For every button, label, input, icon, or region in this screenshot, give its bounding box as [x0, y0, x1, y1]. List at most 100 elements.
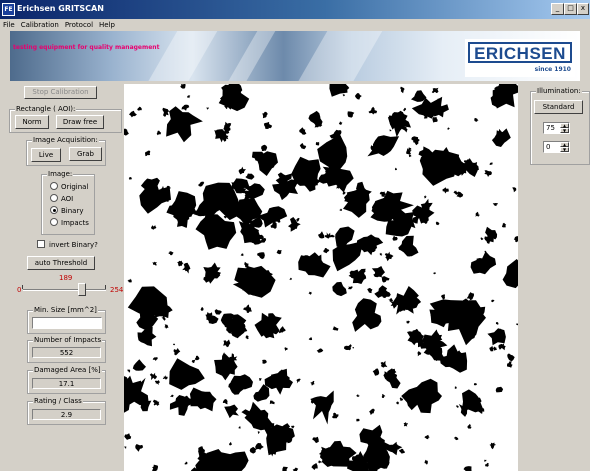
impact-blob: [242, 304, 252, 313]
impact-blob: [296, 378, 301, 384]
impact-blob: [495, 386, 504, 393]
impact-blob: [282, 466, 288, 471]
impact-blob: [474, 117, 479, 122]
impact-blob: [132, 359, 146, 371]
grab-button[interactable]: Grab: [69, 147, 102, 161]
impact-blob: [135, 444, 144, 452]
impact-blob: [206, 107, 209, 110]
min-size-input[interactable]: [32, 317, 102, 329]
impact-blob: [180, 84, 186, 89]
impact-blob: [257, 431, 260, 434]
invert-binary-checkbox[interactable]: invert Binary?: [37, 240, 98, 249]
norm-button[interactable]: Norm: [15, 115, 49, 129]
impact-blob: [381, 393, 386, 398]
impact-blob: [354, 93, 362, 100]
radio-aoi-label: AOI: [61, 195, 74, 203]
impact-blob: [278, 326, 286, 334]
menu-calibration[interactable]: Calibration: [18, 19, 62, 31]
impact-blob: [491, 299, 495, 303]
impact-blob: [475, 211, 480, 217]
impact-blob: [168, 251, 174, 256]
impact-blob: [181, 104, 190, 111]
impact-blob: [339, 208, 342, 211]
impact-blob: [402, 107, 407, 112]
impact-blob: [332, 412, 339, 419]
impact-blob: [424, 195, 427, 199]
impact-blob: [332, 281, 347, 297]
impact-blob: [289, 277, 292, 281]
banner-tagline: testing equipment for quality management: [13, 44, 160, 51]
binary-image-view[interactable]: [124, 84, 518, 471]
auto-threshold-button[interactable]: auto Threshold: [27, 256, 95, 270]
maximize-button[interactable]: □: [564, 3, 577, 15]
impact-blob: [356, 394, 360, 397]
impact-blob: [352, 347, 355, 349]
live-button[interactable]: Live: [31, 148, 61, 162]
slider-tick: [22, 285, 23, 289]
banner-decoration: [136, 31, 224, 81]
rectangle-aoi-label: Rectangle ( AOI):: [15, 105, 77, 114]
impact-blob: [253, 384, 270, 402]
impact-blob: [442, 187, 449, 194]
impact-blob: [369, 408, 375, 416]
impact-blob: [396, 401, 399, 405]
spinner-down-button[interactable]: ▼: [560, 128, 569, 133]
impact-blob: [238, 426, 241, 429]
impact-blob: [124, 433, 132, 440]
draw-free-button[interactable]: Draw free: [56, 115, 104, 129]
radio-original[interactable]: Original: [50, 182, 88, 192]
menu-protocol[interactable]: Protocol: [62, 19, 96, 31]
impact-blob: [435, 221, 440, 226]
menu-file[interactable]: File: [0, 19, 18, 31]
illumination-spinner-1[interactable]: 75 ▲ ▼: [543, 122, 570, 134]
impact-blob: [399, 397, 403, 402]
impacts-label: Number of Impacts: [33, 336, 103, 345]
impact-blob: [299, 143, 307, 150]
radio-binary[interactable]: Binary: [50, 206, 84, 216]
impact-blob: [433, 272, 436, 275]
app-icon: FE: [2, 3, 15, 16]
impact-blob: [312, 436, 319, 444]
minimize-button[interactable]: _: [551, 3, 564, 15]
impact-blob: [466, 292, 474, 301]
stop-calibration-button[interactable]: Stop Calibration: [24, 86, 97, 99]
impact-blob: [389, 129, 392, 132]
radio-indicator: [50, 194, 58, 202]
threshold-slider-thumb[interactable]: [78, 283, 86, 296]
impact-blob: [317, 460, 322, 464]
spinner-down-button[interactable]: ▼: [560, 147, 569, 152]
impact-blob: [149, 372, 157, 381]
impact-blob: [467, 423, 472, 429]
impact-blob: [296, 217, 300, 222]
impact-blob: [516, 323, 518, 326]
impact-blob: [338, 121, 343, 125]
spinner-1-value: 75: [546, 124, 555, 132]
impact-blob: [484, 170, 492, 177]
impact-blob: [245, 335, 250, 340]
impacts-value: 552: [32, 347, 101, 358]
impact-blob: [432, 116, 438, 123]
radio-impacts[interactable]: Impacts: [50, 218, 89, 228]
impact-blob: [342, 94, 345, 97]
impact-blob: [257, 252, 265, 260]
banner-decoration: [286, 31, 389, 81]
impact-blob: [311, 463, 318, 470]
threshold-slider-track[interactable]: [23, 289, 106, 291]
impact-blob: [489, 442, 497, 450]
menu-help[interactable]: Help: [96, 19, 118, 31]
impact-blob: [424, 459, 428, 465]
impact-blob: [332, 326, 339, 331]
window-title: Erichsen GRITSCAN: [17, 4, 104, 13]
impact-blob: [455, 405, 459, 408]
illumination-spinner-2[interactable]: 0 ▲ ▼: [543, 141, 570, 153]
impact-blob: [489, 345, 494, 352]
impact-blob: [513, 236, 518, 243]
impact-blob: [128, 177, 132, 180]
impact-blob: [317, 134, 348, 171]
impact-blob: [223, 216, 227, 219]
standard-button[interactable]: Standard: [534, 100, 583, 114]
radio-aoi[interactable]: AOI: [50, 194, 73, 204]
damaged-area-value: 17.1: [32, 378, 101, 389]
impact-blob: [453, 436, 459, 441]
close-button[interactable]: x: [577, 3, 589, 15]
